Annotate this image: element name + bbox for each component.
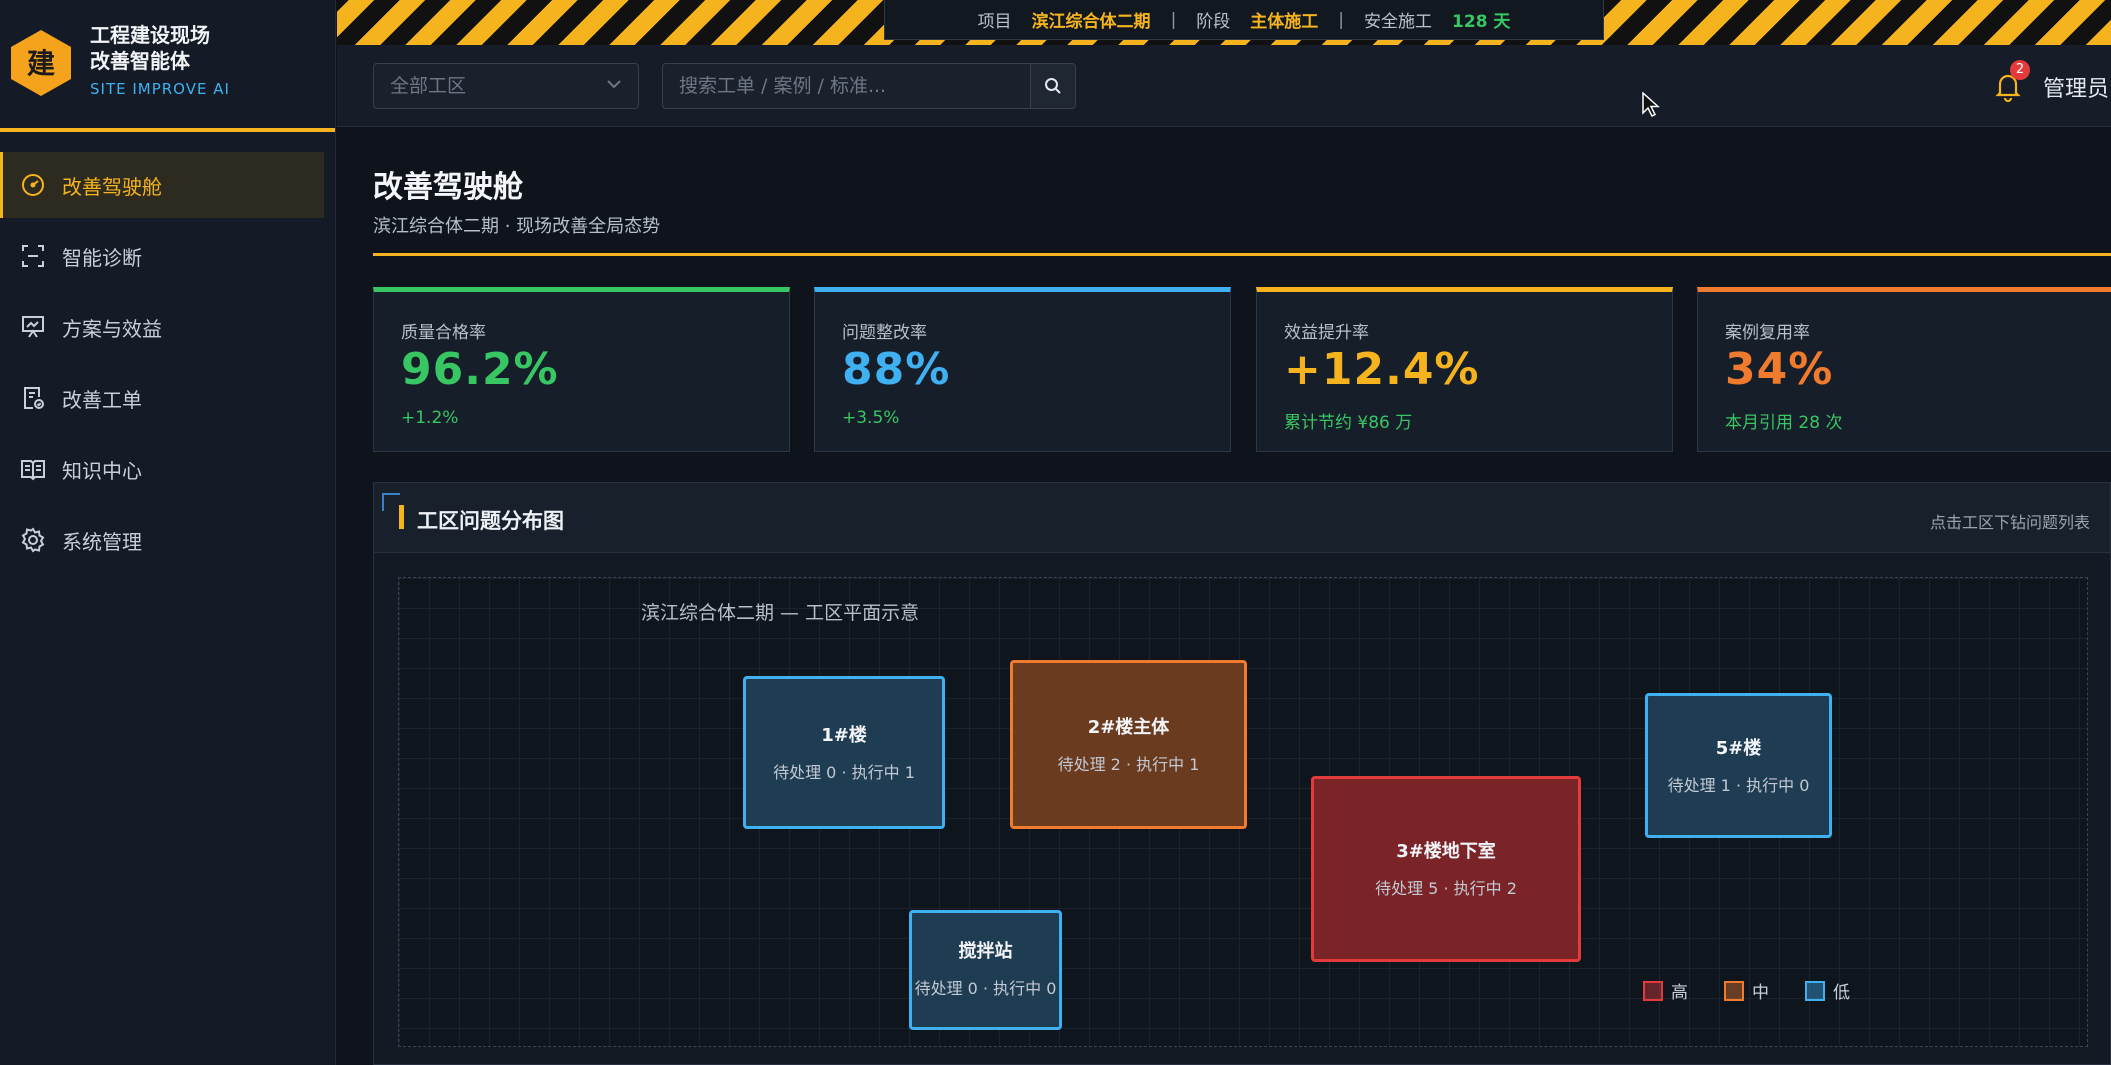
sidebar-item-knowledge[interactable]: 知识中心 bbox=[0, 436, 336, 502]
kpi-value: +12.4% bbox=[1284, 344, 1480, 395]
separator: | bbox=[1338, 9, 1345, 30]
zone-stats: 待处理 0 · 执行中 0 bbox=[914, 979, 1057, 998]
brand: 建 工程建设现场 改善智能体 SITE IMPROVE AI bbox=[0, 0, 335, 132]
zone-stats: 待处理 5 · 执行中 2 bbox=[1375, 879, 1517, 898]
dashboard-icon bbox=[22, 174, 44, 196]
zone-name: 1#楼 bbox=[821, 725, 867, 746]
panel-corner-decoration bbox=[382, 493, 400, 511]
sidebar-item-diagnosis[interactable]: 智能诊断 bbox=[0, 223, 336, 289]
zone-building-5[interactable]: 5#楼 待处理 1 · 执行中 0 bbox=[1645, 693, 1832, 838]
kpi-delta: +3.5% bbox=[842, 408, 900, 428]
panel-title: 工区问题分布图 bbox=[417, 509, 564, 533]
legend-swatch bbox=[1805, 980, 1825, 1001]
safety-label: 安全施工 bbox=[1364, 12, 1433, 32]
sidebar-item-settings[interactable]: 系统管理 bbox=[0, 507, 336, 573]
search-input[interactable] bbox=[662, 63, 1030, 109]
sidebar-item-workorders[interactable]: 改善工单 bbox=[0, 365, 336, 431]
sidebar-item-label: 改善驾驶舱 bbox=[62, 174, 162, 199]
sidebar-item-label: 知识中心 bbox=[62, 458, 142, 483]
document-check-icon bbox=[24, 387, 44, 409]
sidebar-item-label: 改善工单 bbox=[62, 387, 142, 412]
page-title: 改善驾驶舱 bbox=[373, 170, 523, 205]
panel-hint: 点击工区下钻问题列表 bbox=[1929, 513, 2090, 532]
zone-name: 搅拌站 bbox=[958, 941, 1013, 962]
kpi-delta: 累计节约 ¥86 万 bbox=[1284, 413, 1413, 433]
kpi-label: 问题整改率 bbox=[842, 323, 927, 343]
panel-title-marker bbox=[399, 505, 404, 529]
zone-stats: 待处理 2 · 执行中 1 bbox=[1057, 755, 1200, 774]
stage-label: 阶段 bbox=[1196, 12, 1231, 32]
kpi-card-reuse[interactable]: 案例复用率 34% 本月引用 28 次 bbox=[1697, 287, 2111, 452]
zone-select-value: 全部工区 bbox=[390, 75, 467, 97]
project-status-bar: 项目 滨江综合体二期 | 阶段 主体施工 | 安全施工 128 天 bbox=[884, 0, 1604, 40]
zone-select[interactable]: 全部工区 bbox=[373, 63, 639, 109]
kpi-card-quality[interactable]: 质量合格率 96.2% +1.2% bbox=[373, 287, 790, 452]
legend-swatch bbox=[1643, 980, 1663, 1001]
zone-name: 2#楼主体 bbox=[1087, 717, 1170, 738]
book-icon bbox=[21, 460, 45, 481]
zone-building-1[interactable]: 1#楼 待处理 0 · 执行中 1 bbox=[743, 676, 945, 829]
brand-subtitle: SITE IMPROVE AI bbox=[90, 80, 230, 98]
sidebar-nav: 改善驾驶舱 智能诊断 方案与效益 改善工单 知识中心 系统管理 bbox=[0, 152, 336, 578]
stage-value: 主体施工 bbox=[1250, 12, 1319, 32]
kpi-card-rectification[interactable]: 问题整改率 88% +3.5% bbox=[814, 287, 1231, 452]
kpi-label: 案例复用率 bbox=[1725, 323, 1810, 343]
sidebar-item-label: 方案与效益 bbox=[62, 316, 162, 341]
brand-title-line2: 改善智能体 bbox=[90, 49, 190, 73]
sidebar: 建 工程建设现场 改善智能体 SITE IMPROVE AI 改善驾驶舱 智能诊… bbox=[0, 0, 336, 1065]
legend-swatch bbox=[1724, 980, 1744, 1001]
scan-icon bbox=[22, 245, 44, 267]
zone-distribution-panel: 工区问题分布图 点击工区下钻问题列表 滨江综合体二期 — 工区平面示意 1#楼 … bbox=[373, 482, 2111, 1065]
brand-logo-icon: 建 bbox=[11, 30, 71, 96]
legend-label: 高 bbox=[1671, 983, 1688, 1003]
legend-item-high: 高 bbox=[1643, 978, 1688, 1003]
zone-stats: 待处理 1 · 执行中 0 bbox=[1667, 776, 1810, 795]
page-subtitle: 滨江综合体二期 · 现场改善全局态势 bbox=[373, 216, 661, 237]
title-divider bbox=[373, 253, 2111, 256]
legend-item-low: 低 bbox=[1805, 978, 1850, 1003]
mouse-cursor-icon bbox=[1642, 92, 1660, 118]
sidebar-item-label: 智能诊断 bbox=[62, 245, 142, 270]
search-icon bbox=[1045, 78, 1061, 94]
kpi-value: 96.2% bbox=[401, 344, 559, 395]
brand-title: 工程建设现场 改善智能体 bbox=[90, 22, 210, 74]
zone-name: 5#楼 bbox=[1715, 738, 1762, 759]
safety-days: 128 天 bbox=[1452, 12, 1511, 32]
map-title: 滨江综合体二期 — 工区平面示意 bbox=[641, 602, 920, 624]
separator: | bbox=[1170, 9, 1177, 30]
sidebar-item-dashboard[interactable]: 改善驾驶舱 bbox=[0, 152, 324, 218]
svg-text:建: 建 bbox=[27, 47, 55, 80]
user-name[interactable]: 管理员 bbox=[2043, 71, 2109, 103]
panel-header: 工区问题分布图 点击工区下钻问题列表 bbox=[374, 483, 2110, 553]
legend-label: 中 bbox=[1752, 983, 1769, 1003]
zone-building-3-basement[interactable]: 3#楼地下室 待处理 5 · 执行中 2 bbox=[1311, 776, 1581, 962]
sidebar-item-label: 系统管理 bbox=[62, 529, 142, 554]
chevron-down-icon bbox=[607, 80, 621, 89]
top-toolbar: 全部工区 2 管理员 bbox=[337, 45, 2111, 127]
kpi-value: 88% bbox=[842, 344, 951, 395]
legend-label: 低 bbox=[1833, 983, 1850, 1003]
kpi-label: 质量合格率 bbox=[401, 323, 486, 343]
risk-legend: 高 中 低 bbox=[1643, 978, 1886, 1003]
notification-badge: 2 bbox=[2010, 60, 2030, 80]
zone-stats: 待处理 0 · 执行中 1 bbox=[773, 763, 915, 782]
kpi-value: 34% bbox=[1725, 344, 1834, 395]
brand-title-line1: 工程建设现场 bbox=[90, 23, 210, 47]
kpi-delta: 本月引用 28 次 bbox=[1725, 413, 1843, 433]
project-value: 滨江综合体二期 bbox=[1031, 12, 1151, 32]
zone-name: 3#楼地下室 bbox=[1396, 841, 1496, 862]
gear-icon bbox=[21, 527, 45, 553]
project-label: 项目 bbox=[977, 12, 1012, 32]
legend-item-medium: 中 bbox=[1724, 978, 1769, 1003]
site-plan-map: 滨江综合体二期 — 工区平面示意 1#楼 待处理 0 · 执行中 1 2#楼主体… bbox=[398, 577, 2088, 1047]
sidebar-item-solutions[interactable]: 方案与效益 bbox=[0, 294, 336, 360]
zone-mixing-station[interactable]: 搅拌站 待处理 0 · 执行中 0 bbox=[909, 910, 1062, 1030]
kpi-card-benefit[interactable]: 效益提升率 +12.4% 累计节约 ¥86 万 bbox=[1256, 287, 1673, 452]
presentation-chart-icon bbox=[22, 316, 44, 338]
kpi-label: 效益提升率 bbox=[1284, 323, 1369, 343]
kpi-delta: +1.2% bbox=[401, 408, 459, 428]
zone-building-2-main[interactable]: 2#楼主体 待处理 2 · 执行中 1 bbox=[1010, 660, 1247, 829]
search-button[interactable] bbox=[1030, 63, 1076, 109]
